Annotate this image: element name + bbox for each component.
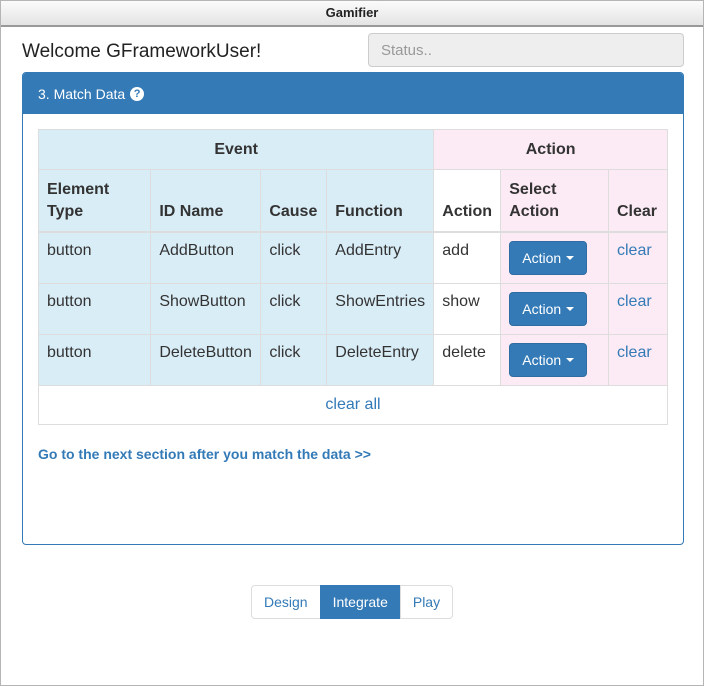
match-data-panel: 3. Match Data ? Event Action Element Type… (22, 72, 684, 545)
app-window: Gamifier Welcome GFrameworkUser! 3. Matc… (0, 0, 704, 686)
tab-play[interactable]: Play (399, 585, 454, 619)
next-section-link[interactable]: Go to the next section after you match t… (38, 446, 371, 462)
panel-title: 3. Match Data (38, 85, 126, 102)
cell-action: show (433, 282, 502, 335)
col-select-action: Select Action (500, 169, 609, 233)
table-row: button DeleteButton click DeleteEntry de… (37, 333, 669, 386)
col-clear: Clear (607, 169, 669, 233)
cell-element-type: button (37, 282, 152, 335)
action-group-header: Action (433, 129, 668, 170)
tab-design[interactable]: Design (251, 585, 321, 619)
status-input[interactable] (368, 33, 684, 67)
cell-element-type: button (37, 333, 152, 386)
col-action: Action (433, 169, 502, 233)
cell-function: AddEntry (326, 231, 435, 284)
cell-id-name: DeleteButton (150, 333, 262, 386)
event-group-header: Event (37, 129, 435, 170)
match-table: Event Action Element Type ID Name Cause F… (37, 129, 669, 425)
cell-cause: click (260, 333, 328, 386)
cell-function: ShowEntries (326, 282, 435, 335)
col-cause: Cause (260, 169, 328, 233)
cell-clear: clear (607, 333, 669, 386)
cell-select-action: Action (500, 333, 609, 386)
clear-link[interactable]: clear (617, 293, 652, 310)
caret-down-icon (566, 255, 575, 260)
caret-down-icon (566, 306, 575, 311)
cell-id-name: AddButton (150, 231, 262, 284)
clear-all-cell: clear all (38, 384, 668, 425)
clear-all-link[interactable]: clear all (325, 396, 380, 413)
cell-clear: clear (607, 231, 669, 284)
table-row: button ShowButton click ShowEntries show… (37, 282, 669, 335)
tab-integrate[interactable]: Integrate (319, 585, 401, 619)
cell-clear: clear (607, 282, 669, 335)
cell-cause: click (260, 282, 328, 335)
clear-link[interactable]: clear (617, 242, 652, 259)
col-element-type: Element Type (37, 169, 152, 233)
cell-select-action: Action (500, 282, 609, 335)
cell-action: add (433, 231, 502, 284)
cell-element-type: button (37, 231, 152, 284)
welcome-text: Welcome GFrameworkUser! (22, 41, 262, 62)
clear-link[interactable]: clear (617, 344, 652, 361)
panel-heading: 3. Match Data ? (23, 73, 683, 114)
cell-select-action: Action (500, 231, 609, 284)
section-pager: Design Integrate Play (251, 585, 454, 619)
col-function: Function (326, 169, 435, 233)
cell-function: DeleteEntry (326, 333, 435, 386)
table-row: button AddButton click AddEntry add Acti… (37, 231, 669, 284)
action-dropdown-button[interactable]: Action (509, 240, 588, 275)
action-dropdown-button[interactable]: Action (509, 342, 588, 377)
action-dropdown-button[interactable]: Action (509, 291, 588, 326)
caret-down-icon (566, 357, 575, 362)
cell-id-name: ShowButton (150, 282, 262, 335)
col-id-name: ID Name (150, 169, 262, 233)
cell-action: delete (433, 333, 502, 386)
window-title: Gamifier (1, 1, 703, 27)
cell-cause: click (260, 231, 328, 284)
question-circle-icon[interactable]: ? (130, 86, 145, 101)
